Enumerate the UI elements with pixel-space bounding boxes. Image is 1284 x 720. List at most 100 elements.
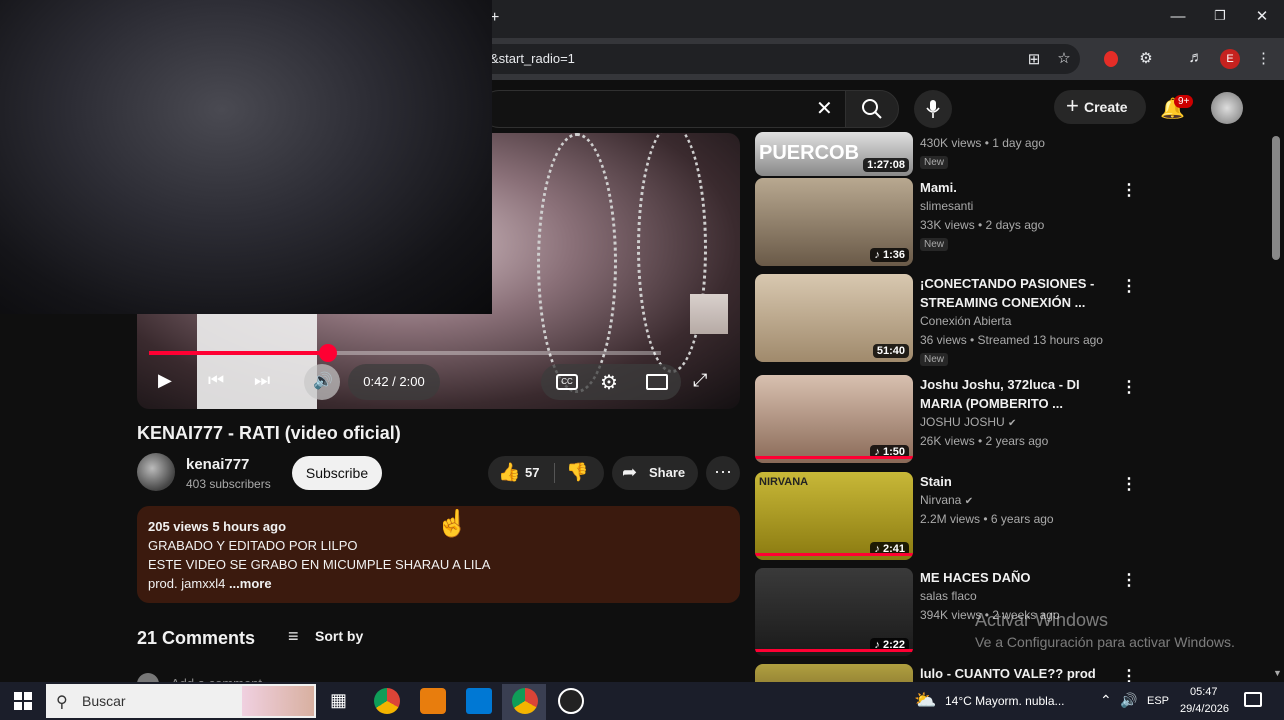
recommendation-channel[interactable]: JOSHU JOSHU ✔: [920, 415, 1016, 429]
recommendation-title[interactable]: lulo - CUANTO VALE?? prod: [920, 664, 1120, 683]
video-thumbnail[interactable]: NIRVANA ♪ 2:41: [755, 472, 913, 560]
recommendation-channel[interactable]: Nirvana ✔: [920, 493, 973, 507]
theater-mode-icon[interactable]: [646, 374, 668, 390]
channel-name[interactable]: kenai777: [186, 456, 249, 473]
recommendation-meta: 2.2M views • 6 years ago: [920, 512, 1054, 526]
create-button[interactable]: + Create: [1054, 90, 1146, 124]
search-input[interactable]: [480, 90, 846, 128]
recommendation-channel[interactable]: salas flaco: [920, 589, 977, 603]
scrollbar[interactable]: [1272, 136, 1280, 260]
more-options-icon[interactable]: ⋮: [1121, 570, 1137, 590]
chrome-taskbar-icon[interactable]: [374, 688, 400, 714]
install-icon[interactable]: ⊞: [1024, 50, 1044, 68]
task-view-icon[interactable]: ▦: [330, 690, 347, 711]
notification-badge: 9+: [1174, 95, 1194, 108]
recommendation-title[interactable]: ME HACES DAÑO: [920, 568, 1120, 587]
scroll-down-arrow-icon[interactable]: ▼: [1273, 668, 1282, 678]
channel-avatar[interactable]: [137, 453, 175, 491]
webcam-overlay: [0, 0, 492, 314]
browser-menu-icon[interactable]: ⋮: [1256, 49, 1271, 67]
weather-text[interactable]: 14°C Mayorm. nubla...: [945, 694, 1065, 708]
recommendation-title[interactable]: ¡CONECTANDO PASIONES - STREAMING CONEXIÓ…: [920, 274, 1120, 312]
thumbnail-text: PUERCOB: [759, 142, 860, 164]
play-icon[interactable]: ▶: [158, 370, 172, 391]
recommendation-title[interactable]: Stain: [920, 472, 1120, 491]
dislike-icon[interactable]: 👎: [566, 462, 588, 483]
more-actions-icon[interactable]: ⋯: [706, 456, 740, 490]
search-highlight-image: [242, 686, 314, 716]
obs-taskbar-icon[interactable]: [558, 688, 584, 714]
voice-search-button[interactable]: [914, 90, 952, 128]
app-taskbar-icon[interactable]: [420, 688, 446, 714]
show-hidden-icons-icon[interactable]: ⌃: [1100, 692, 1112, 709]
recommendation-channel[interactable]: Conexión Abierta: [920, 314, 1011, 328]
like-icon[interactable]: 👍: [498, 462, 520, 483]
video-thumbnail[interactable]: ♪ 1:36: [755, 178, 913, 266]
clock-date[interactable]: 29/4/2026: [1180, 703, 1229, 715]
verified-icon: ✔: [1008, 418, 1017, 429]
video-frame-detail: [197, 313, 317, 409]
divider: [554, 463, 555, 483]
recommendation-title[interactable]: Mami.: [920, 178, 1120, 197]
chrome-active-taskbar-icon[interactable]: [512, 688, 538, 714]
recommendation-item[interactable]: ♪ 1:50 Joshu Joshu, 372luca - DI MARIA (P…: [755, 375, 1275, 467]
speaker-icon[interactable]: 🔊: [1120, 692, 1137, 709]
progress-played: [149, 351, 329, 355]
search-button[interactable]: [845, 90, 899, 128]
weather-icon[interactable]: ⛅: [914, 690, 936, 711]
action-center-icon[interactable]: [1244, 692, 1262, 707]
extension-red-icon[interactable]: [1104, 51, 1118, 67]
description-line: ESTE VIDEO SE GRABO EN MICUMPLE SHARAU A…: [148, 557, 491, 572]
more-options-icon[interactable]: ⋮: [1121, 474, 1137, 494]
close-window-icon[interactable]: ✕: [1252, 7, 1272, 25]
recommendation-item[interactable]: NIRVANA ♪ 2:41 Stain ⋮ Nirvana ✔ 2.2M views •…: [755, 472, 1275, 564]
account-avatar[interactable]: [1211, 92, 1243, 124]
video-thumbnail[interactable]: 51:40: [755, 274, 913, 362]
captions-icon[interactable]: CC: [556, 374, 578, 390]
recommendation-channel[interactable]: slimesanti: [920, 199, 973, 213]
video-thumbnail[interactable]: PUERCOB 1:27:08: [755, 132, 913, 176]
fullscreen-icon[interactable]: ⤢: [693, 370, 707, 391]
profile-avatar[interactable]: E: [1220, 49, 1240, 69]
activation-watermark-text: Ve a Configuración para activar Windows.: [975, 634, 1235, 650]
minimize-icon[interactable]: —: [1168, 8, 1188, 25]
media-control-icon[interactable]: ♬: [1186, 49, 1206, 66]
recommendation-item[interactable]: ♪ 1:36 Mami. ⋮ slimesanti 33K views • 2 days…: [755, 178, 1275, 270]
new-badge: New: [920, 156, 949, 169]
share-icon: ➦: [622, 462, 638, 482]
volume-button[interactable]: 🔊: [304, 364, 340, 400]
show-more-link[interactable]: ...more: [229, 576, 272, 591]
recommendation-title[interactable]: Joshu Joshu, 372luca - DI MARIA (POMBERI…: [920, 375, 1120, 413]
time-display: 0:42 / 2:00: [348, 364, 440, 400]
subscribe-button[interactable]: Subscribe: [292, 456, 382, 490]
video-thumbnail[interactable]: ♪ 1:50: [755, 375, 913, 463]
thumbnail-text: NIRVANA: [759, 476, 809, 488]
share-button[interactable]: ➦ Share: [612, 456, 698, 490]
app-taskbar-icon[interactable]: [466, 688, 492, 714]
screen: + — ❐ ✕ &start_radio=1 ⊞ ☆ ⚙ ♬ E ⋮ ✕ + C…: [0, 0, 1284, 720]
sort-icon[interactable]: ≡: [288, 626, 299, 647]
clear-search-icon[interactable]: ✕: [816, 96, 833, 121]
duration-badge: 1:27:08: [863, 158, 909, 172]
bookmark-star-icon[interactable]: ☆: [1054, 49, 1074, 67]
recommendation-meta: 33K views • 2 days ago: [920, 218, 1045, 232]
duration-text: 1:36: [882, 249, 905, 261]
more-options-icon[interactable]: ⋮: [1121, 377, 1137, 397]
clock-time[interactable]: 05:47: [1190, 686, 1218, 698]
previous-icon[interactable]: ⏮: [208, 370, 224, 391]
more-options-icon[interactable]: ⋮: [1121, 276, 1137, 296]
video-thumbnail[interactable]: ♪ 2:22: [755, 568, 913, 656]
settings-gear-icon[interactable]: ⚙: [600, 370, 618, 395]
recommendation-meta: 36 views • Streamed 13 hours ago: [920, 333, 1103, 347]
sort-by-button[interactable]: Sort by: [315, 628, 363, 644]
recommendation-meta: 430K views • 1 day ago: [920, 136, 1045, 150]
windows-start-icon[interactable]: [14, 692, 32, 710]
extensions-puzzle-icon[interactable]: ⚙: [1136, 49, 1156, 67]
restore-icon[interactable]: ❐: [1210, 8, 1230, 24]
verified-icon: ✔: [964, 496, 974, 507]
more-options-icon[interactable]: ⋮: [1121, 180, 1137, 200]
next-icon[interactable]: ⏭: [254, 370, 270, 391]
recommendation-item[interactable]: 51:40 ¡CONECTANDO PASIONES - STREAMING CO…: [755, 274, 1275, 366]
duration-text: 1:27:08: [867, 159, 905, 171]
language-indicator[interactable]: ESP: [1147, 695, 1169, 707]
